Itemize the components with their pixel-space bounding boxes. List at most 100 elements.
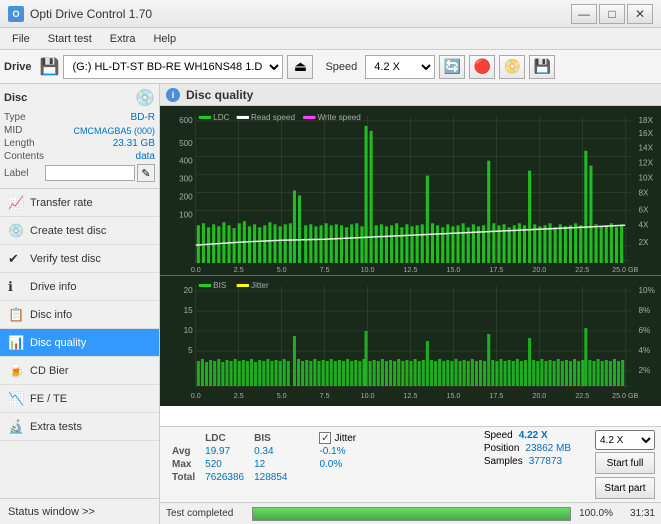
total-bis: 128854 bbox=[250, 472, 291, 483]
app-title: Opti Drive Control 1.70 bbox=[30, 7, 152, 21]
menu-help[interactable]: Help bbox=[145, 31, 184, 47]
svg-text:20: 20 bbox=[184, 286, 194, 295]
refresh-button[interactable]: 🔄 bbox=[439, 55, 465, 79]
svg-text:22.5: 22.5 bbox=[575, 267, 589, 274]
sidebar: Disc 💿 Type BD-R MID CMCMAGBA5 (000) Len… bbox=[0, 84, 160, 524]
disc-type-row: Type BD-R bbox=[4, 112, 155, 123]
verify-test-disc-icon: ✔ bbox=[8, 251, 24, 267]
disc-length-row: Length 23.31 GB bbox=[4, 138, 155, 149]
svg-text:2.5: 2.5 bbox=[234, 393, 244, 400]
disc-label-edit-button[interactable]: ✎ bbox=[137, 164, 155, 182]
svg-text:14X: 14X bbox=[639, 144, 654, 153]
toolbar: Drive 💾 (G:) HL-DT-ST BD-RE WH16NS48 1.D… bbox=[0, 50, 661, 84]
svg-text:7.5: 7.5 bbox=[320, 393, 330, 400]
disc-label-row: Label ✎ bbox=[4, 164, 155, 182]
progress-time: 31:31 bbox=[619, 508, 655, 519]
disc-type-value: BD-R bbox=[131, 112, 155, 123]
svg-text:12X: 12X bbox=[639, 159, 654, 168]
jitter-checkbox[interactable]: ✓ bbox=[319, 432, 331, 444]
sidebar-item-extra-tests[interactable]: 🔬 Extra tests bbox=[0, 413, 159, 441]
write-button[interactable]: 📀 bbox=[499, 55, 525, 79]
drive-select[interactable]: (G:) HL-DT-ST BD-RE WH16NS48 1.D3 bbox=[63, 55, 283, 79]
svg-text:6%: 6% bbox=[639, 326, 651, 335]
svg-text:4%: 4% bbox=[639, 346, 651, 355]
drive-icon: 💾 bbox=[40, 57, 60, 77]
svg-text:0.0: 0.0 bbox=[191, 267, 201, 274]
sidebar-item-disc-quality-label: Disc quality bbox=[30, 337, 86, 349]
svg-text:4X: 4X bbox=[639, 220, 650, 229]
svg-text:17.5: 17.5 bbox=[489, 393, 503, 400]
disc-mid-label: MID bbox=[4, 125, 22, 136]
disc-contents-label: Contents bbox=[4, 151, 44, 162]
svg-text:15.0: 15.0 bbox=[446, 267, 460, 274]
sidebar-item-disc-info[interactable]: 📋 Disc info bbox=[0, 301, 159, 329]
window-controls: — □ ✕ bbox=[571, 4, 653, 24]
menu-start-test[interactable]: Start test bbox=[40, 31, 100, 47]
svg-text:10.0: 10.0 bbox=[361, 393, 375, 400]
speed-select-dropdown[interactable]: 4.2 X bbox=[595, 430, 655, 450]
speed-select[interactable]: 4.2 X bbox=[365, 55, 435, 79]
disc-info-icon: 📋 bbox=[8, 307, 24, 323]
sidebar-item-fe-te[interactable]: 📉 FE / TE bbox=[0, 385, 159, 413]
erase-button[interactable]: 🔴 bbox=[469, 55, 495, 79]
transfer-rate-icon: 📈 bbox=[8, 195, 24, 211]
sidebar-item-verify-test-disc[interactable]: ✔ Verify test disc bbox=[0, 245, 159, 273]
menu-extra[interactable]: Extra bbox=[102, 31, 144, 47]
svg-text:BIS: BIS bbox=[213, 281, 227, 290]
status-window-button[interactable]: Status window >> bbox=[0, 498, 159, 524]
stats-area: LDC BIS ✓ Jitter Avg 19.97 0.34 -0 bbox=[160, 426, 661, 502]
disc-label-label: Label bbox=[4, 168, 28, 179]
svg-text:Write speed: Write speed bbox=[317, 113, 360, 122]
minimize-button[interactable]: — bbox=[571, 4, 597, 24]
svg-text:300: 300 bbox=[179, 175, 193, 184]
right-stats: Speed 4.22 X Position 23862 MB Samples 3… bbox=[484, 430, 571, 467]
svg-text:400: 400 bbox=[179, 157, 193, 166]
disc-contents-row: Contents data bbox=[4, 151, 155, 162]
start-full-button[interactable]: Start full bbox=[595, 452, 654, 474]
disc-quality-title: Disc quality bbox=[186, 88, 253, 102]
svg-text:5.0: 5.0 bbox=[277, 393, 287, 400]
svg-text:500: 500 bbox=[179, 139, 193, 148]
svg-text:2%: 2% bbox=[639, 366, 651, 375]
svg-text:6X: 6X bbox=[639, 205, 650, 214]
close-button[interactable]: ✕ bbox=[627, 4, 653, 24]
bis-header: BIS bbox=[250, 432, 291, 444]
sidebar-item-create-test-disc[interactable]: 💿 Create test disc bbox=[0, 217, 159, 245]
sidebar-item-transfer-rate[interactable]: 📈 Transfer rate bbox=[0, 189, 159, 217]
sidebar-item-drive-info[interactable]: ℹ Drive info bbox=[0, 273, 159, 301]
fe-te-icon: 📉 bbox=[8, 391, 24, 407]
sidebar-item-verify-test-disc-label: Verify test disc bbox=[30, 253, 101, 265]
disc-icon: 💿 bbox=[135, 88, 155, 108]
sidebar-item-disc-quality[interactable]: 📊 Disc quality bbox=[0, 329, 159, 357]
svg-text:Read speed: Read speed bbox=[251, 113, 295, 122]
svg-text:0.0: 0.0 bbox=[191, 393, 201, 400]
ldc-header: LDC bbox=[201, 432, 248, 444]
svg-text:20.0: 20.0 bbox=[532, 267, 546, 274]
sidebar-item-cd-bier[interactable]: 🍺 CD Bier bbox=[0, 357, 159, 385]
max-jitter: 0.0% bbox=[315, 459, 360, 470]
menu-file[interactable]: File bbox=[4, 31, 38, 47]
disc-length-label: Length bbox=[4, 138, 35, 149]
speed-display-label: Speed bbox=[484, 430, 513, 441]
disc-mid-value: CMCMAGBA5 (000) bbox=[73, 126, 155, 136]
disc-type-label: Type bbox=[4, 112, 26, 123]
menu-bar: File Start test Extra Help bbox=[0, 28, 661, 50]
svg-text:22.5: 22.5 bbox=[575, 393, 589, 400]
disc-label-input[interactable] bbox=[45, 165, 135, 181]
avg-jitter: -0.1% bbox=[315, 446, 360, 457]
disc-mid-row: MID CMCMAGBA5 (000) bbox=[4, 125, 155, 136]
bottom-chart: 20 15 10 5 10% 8% 6% 4% 2% 0.0 2.5 5.0 7… bbox=[160, 276, 661, 406]
samples-value: 377873 bbox=[529, 456, 562, 467]
avg-ldc: 19.97 bbox=[201, 446, 248, 457]
app-icon: O bbox=[8, 6, 24, 22]
status-window-label: Status window >> bbox=[8, 506, 95, 518]
drive-label: Drive bbox=[4, 61, 32, 73]
cd-bier-icon: 🍺 bbox=[8, 363, 24, 379]
start-part-button[interactable]: Start part bbox=[595, 477, 654, 499]
speed-label: Speed bbox=[325, 61, 357, 73]
svg-text:25.0 GB: 25.0 GB bbox=[612, 267, 639, 274]
maximize-button[interactable]: □ bbox=[599, 4, 625, 24]
eject-button[interactable]: ⏏ bbox=[287, 55, 313, 79]
disc-contents-value: data bbox=[136, 151, 155, 162]
save-button[interactable]: 💾 bbox=[529, 55, 555, 79]
